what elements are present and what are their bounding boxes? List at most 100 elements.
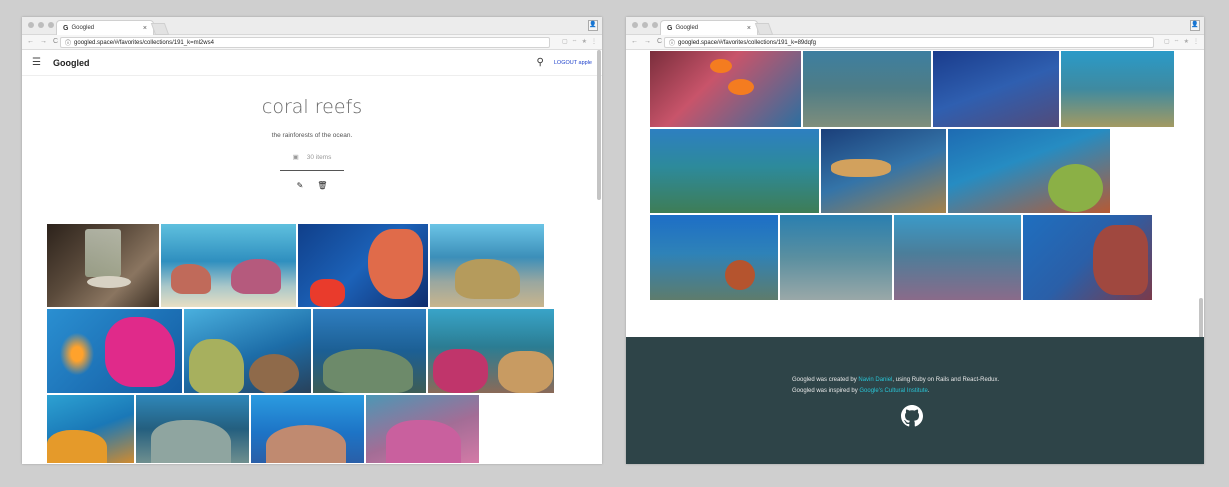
forward-icon[interactable]: →	[644, 38, 651, 45]
brand-logo[interactable]: Googled	[53, 58, 90, 68]
ext-icon[interactable]: ⇔	[572, 38, 578, 45]
new-tab-button[interactable]	[150, 23, 170, 35]
gallery-image[interactable]	[46, 394, 135, 464]
gallery-image[interactable]	[250, 394, 365, 464]
gallery-image[interactable]	[649, 50, 802, 128]
trash-icon[interactable]: 🗑	[317, 181, 327, 190]
footer-text: Googled was created by	[792, 377, 859, 383]
gallery-image[interactable]	[46, 223, 160, 308]
glass-shape	[85, 229, 121, 277]
github-icon[interactable]	[901, 405, 923, 427]
reload-icon[interactable]: C	[53, 38, 58, 45]
tab-title: Googled	[71, 25, 95, 31]
footer-inspiration: Googled was inspired by Google's Cultura…	[792, 388, 930, 394]
new-tab-button[interactable]	[754, 23, 774, 35]
pencil-icon[interactable]: ✎	[297, 181, 304, 190]
gallery-image[interactable]	[893, 214, 1022, 301]
item-count-text: 30 items	[306, 153, 332, 161]
coral-shape	[368, 229, 423, 299]
gallery-image[interactable]	[1060, 50, 1175, 128]
forward-icon[interactable]: →	[40, 38, 47, 45]
tab-strip: G Googled × 👤	[626, 17, 1204, 35]
address-bar[interactable]: ⓘ googled.space/#/favorites/collections/…	[664, 37, 1154, 48]
gallery-image[interactable]	[297, 223, 429, 308]
ext-icon[interactable]: ▢	[562, 38, 568, 45]
author-link[interactable]: Navin Daniel	[858, 377, 892, 383]
info-icon: ⓘ	[65, 41, 72, 47]
item-count: ▣ 30 items	[22, 153, 602, 162]
gallery-image[interactable]	[160, 223, 297, 308]
collection-subtitle: the rainforests of the ocean.	[271, 132, 353, 139]
tab-close-icon[interactable]: ×	[143, 25, 147, 32]
window-controls[interactable]	[28, 22, 54, 28]
back-icon[interactable]: ←	[27, 38, 34, 45]
favicon-icon: G	[63, 24, 69, 32]
toolbar: ← → C ⓘ googled.space/#/favorites/collec…	[22, 35, 602, 50]
clownfish-shape	[710, 59, 732, 73]
gallery-image[interactable]	[649, 214, 779, 301]
page-content: Googled was created by Navin Daniel, usi…	[626, 50, 1204, 464]
scrollbar[interactable]	[597, 50, 601, 200]
menu-dots-icon[interactable]: ⋮	[1193, 38, 1199, 45]
reload-icon[interactable]: C	[657, 38, 662, 45]
gallery-image[interactable]	[429, 223, 545, 308]
browser-tab[interactable]: G Googled ×	[56, 20, 154, 35]
gallery-image[interactable]	[932, 50, 1060, 128]
back-icon[interactable]: ←	[631, 38, 638, 45]
gallery-image[interactable]	[427, 308, 555, 394]
gallery-image[interactable]	[947, 128, 1111, 214]
footer-text: Googled was inspired by	[792, 388, 860, 394]
coral-shape	[105, 317, 175, 387]
page-content: ☰ Googled ⚲ LOGOUT apple coral reefs the…	[22, 50, 602, 464]
coral-shape	[386, 420, 461, 463]
coral-shape	[831, 159, 891, 177]
inspiration-link[interactable]: Google's Cultural Institute	[859, 388, 928, 394]
star-icon[interactable]: ★	[582, 38, 587, 45]
footer-text: .	[927, 388, 930, 394]
app-header: ☰ Googled ⚲ LOGOUT apple	[22, 50, 602, 76]
coral-shape	[266, 425, 346, 463]
gallery-image[interactable]	[802, 50, 932, 128]
ext-icon[interactable]: ▢	[1164, 38, 1170, 45]
gallery-image[interactable]	[183, 308, 312, 394]
address-bar[interactable]: ⓘ googled.space/#/favorites/collections/…	[60, 37, 550, 48]
logout-link[interactable]: LOGOUT apple	[554, 60, 592, 66]
divider	[280, 170, 344, 171]
info-icon: ⓘ	[669, 41, 676, 47]
left-browser-window: G Googled × 👤 ← → C ⓘ googled.space/#/fa…	[22, 17, 602, 464]
window-controls[interactable]	[632, 22, 658, 28]
gallery-image[interactable]	[1022, 214, 1153, 301]
coral-shape	[189, 339, 244, 393]
gallery-image[interactable]	[820, 128, 947, 214]
url-text: googled.space/#/favorites/collections/19…	[678, 39, 816, 46]
extension-icons: ▢ ⇔ ★ ⋮	[562, 38, 597, 45]
gallery-image[interactable]	[135, 394, 250, 464]
star-icon[interactable]: ★	[1184, 38, 1189, 45]
search-icon[interactable]: ⚲	[537, 57, 544, 68]
toolbar: ← → C ⓘ googled.space/#/favorites/collec…	[626, 35, 1204, 50]
gallery-image[interactable]	[46, 308, 183, 394]
browser-tab[interactable]: G Googled ×	[660, 20, 758, 35]
coral-shape	[433, 349, 488, 393]
coral-shape	[1048, 164, 1103, 212]
menu-dots-icon[interactable]: ⋮	[591, 38, 597, 45]
gallery-image[interactable]	[779, 214, 893, 301]
gallery-image[interactable]	[649, 128, 820, 214]
hamburger-icon[interactable]: ☰	[32, 57, 41, 68]
coral-shape	[151, 420, 231, 463]
ext-icon[interactable]: ⇔	[1174, 38, 1180, 45]
profile-icon[interactable]: 👤	[1190, 20, 1200, 31]
gallery-image[interactable]	[365, 394, 480, 464]
coral-shape	[171, 264, 211, 294]
url-text: googled.space/#/favorites/collections/19…	[74, 39, 214, 46]
nav-buttons: ← → C	[27, 38, 58, 45]
extension-icons: ▢ ⇔ ★ ⋮	[1164, 38, 1199, 45]
plate-shape	[87, 276, 131, 288]
image-icon: ▣	[292, 154, 299, 161]
tab-close-icon[interactable]: ×	[747, 25, 751, 32]
fish-school	[57, 329, 97, 379]
favicon-icon: G	[667, 24, 673, 32]
coral-shape	[323, 349, 413, 393]
profile-icon[interactable]: 👤	[588, 20, 598, 31]
gallery-image[interactable]	[312, 308, 427, 394]
